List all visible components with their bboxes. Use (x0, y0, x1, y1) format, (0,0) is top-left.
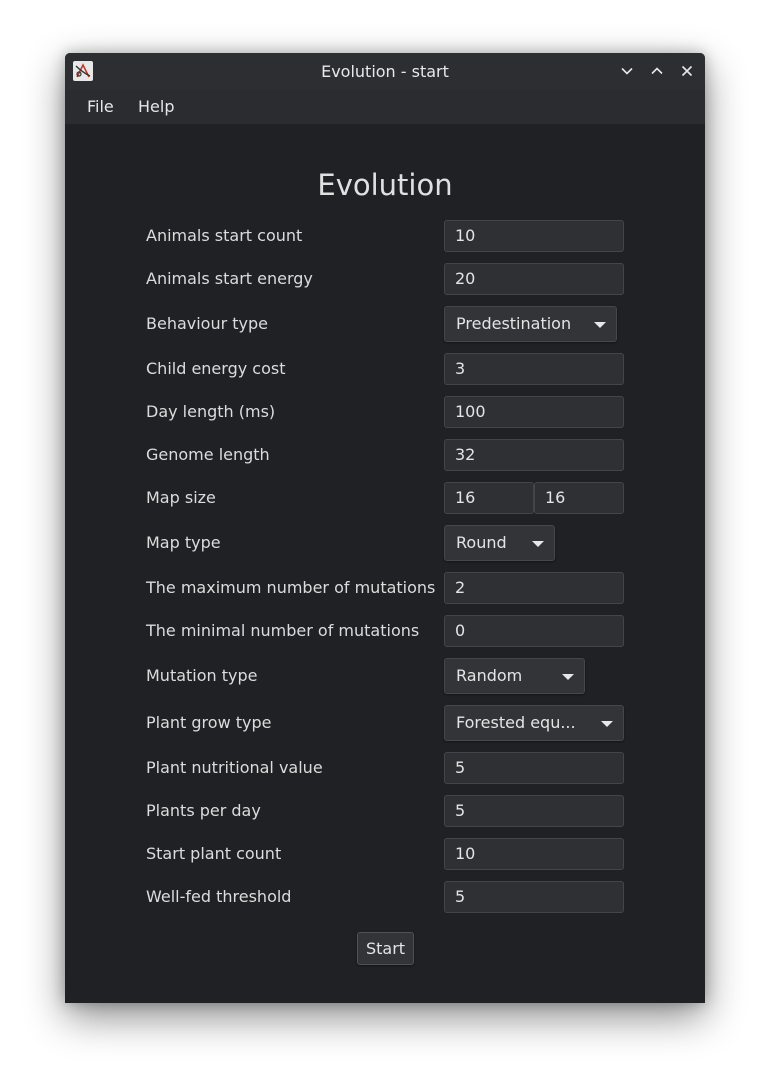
start-plant-count-input[interactable]: 10 (444, 838, 624, 870)
plants-per-day-label: Plants per day (146, 801, 261, 820)
max-mutations-input[interactable]: 2 (444, 572, 624, 604)
maximize-button[interactable] (647, 61, 667, 81)
day-length-label: Day length (ms) (146, 402, 276, 421)
map-height-input[interactable]: 16 (534, 482, 624, 514)
chevron-up-icon (651, 67, 663, 75)
animals-start-energy-input[interactable]: 20 (444, 263, 624, 295)
day-length-input[interactable]: 100 (444, 396, 624, 428)
max-mutations-label: The maximum number of mutations (146, 578, 436, 597)
min-mutations-label: The minimal number of mutations (146, 621, 420, 640)
app-window: Evolution - start File Help Evolution An… (65, 53, 705, 1003)
behaviour-type-select[interactable]: Predestination (444, 306, 617, 342)
child-energy-cost-label: Child energy cost (146, 359, 286, 378)
dropdown-arrow-icon (562, 674, 574, 680)
map-size-label: Map size (146, 488, 216, 507)
title-bar[interactable]: Evolution - start (65, 53, 705, 90)
well-fed-threshold-label: Well-fed threshold (146, 887, 292, 906)
start-button[interactable]: Start (357, 932, 414, 965)
plant-nutritional-value-input[interactable]: 5 (444, 752, 624, 784)
behaviour-type-label: Behaviour type (146, 314, 269, 333)
behaviour-type-value: Predestination (456, 314, 572, 333)
plants-per-day-input[interactable]: 5 (444, 795, 624, 827)
menu-file[interactable]: File (87, 90, 114, 124)
dropdown-arrow-icon (601, 721, 613, 727)
plant-grow-type-value: Forested equ... (456, 713, 576, 732)
animals-start-count-label: Animals start count (146, 226, 303, 245)
plant-grow-type-select[interactable]: Forested equ... (444, 705, 624, 741)
window-title: Evolution - start (321, 62, 449, 81)
dropdown-arrow-icon (532, 541, 544, 547)
child-energy-cost-input[interactable]: 3 (444, 353, 624, 385)
menu-help[interactable]: Help (138, 90, 174, 124)
mutation-type-select[interactable]: Random (444, 658, 585, 694)
minimize-button[interactable] (617, 61, 637, 81)
dropdown-arrow-icon (594, 322, 606, 328)
plant-grow-type-label: Plant grow type (146, 713, 272, 732)
genome-length-label: Genome length (146, 445, 270, 464)
min-mutations-input[interactable]: 0 (444, 615, 624, 647)
close-button[interactable] (677, 61, 697, 81)
animals-start-energy-label: Animals start energy (146, 269, 313, 288)
genome-length-input[interactable]: 32 (444, 439, 624, 471)
mutation-type-label: Mutation type (146, 666, 258, 685)
map-type-value: Round (456, 533, 507, 552)
animals-start-count-input[interactable]: 10 (444, 220, 624, 252)
close-icon (681, 65, 693, 77)
plant-nutritional-value-label: Plant nutritional value (146, 758, 323, 777)
map-type-label: Map type (146, 533, 221, 552)
page-title: Evolution (317, 168, 453, 202)
map-type-select[interactable]: Round (444, 525, 555, 561)
map-width-input[interactable]: 16 (444, 482, 534, 514)
menu-bar: File Help (65, 90, 705, 124)
mutation-type-value: Random (456, 666, 523, 685)
well-fed-threshold-input[interactable]: 5 (444, 881, 624, 913)
start-plant-count-label: Start plant count (146, 844, 282, 863)
chevron-down-icon (621, 67, 633, 75)
